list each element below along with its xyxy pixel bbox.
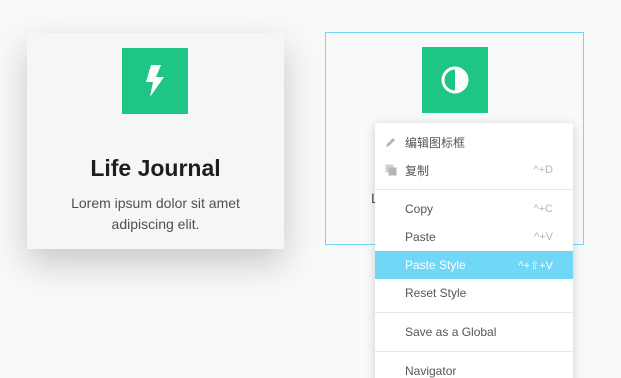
menu-item-label: 编辑图标框 xyxy=(405,135,466,150)
card-description-line-2: adipiscing elit. xyxy=(111,216,200,232)
card-title: Life Journal xyxy=(90,155,221,181)
menu-item-save-as-global[interactable]: Save as a Global xyxy=(375,318,573,346)
pencil-icon xyxy=(385,136,397,148)
menu-item-label: Paste xyxy=(405,230,436,244)
menu-item-shortcut: ^+C xyxy=(533,203,553,215)
menu-item-paste-style[interactable]: Paste Style ^+⇧+V xyxy=(375,251,573,279)
bolt-icon xyxy=(146,65,164,97)
menu-item-label: Reset Style xyxy=(405,286,467,300)
menu-item-shortcut: ^+D xyxy=(533,164,553,176)
contrast-icon xyxy=(441,66,469,94)
menu-separator xyxy=(375,189,573,190)
menu-separator xyxy=(375,312,573,313)
menu-item-shortcut: ^+⇧+V xyxy=(518,259,553,272)
menu-item-shortcut: ^+V xyxy=(534,231,553,243)
menu-item-label: Paste Style xyxy=(405,258,466,272)
card-icon-box xyxy=(422,47,488,113)
card-icon-box xyxy=(122,48,188,114)
copy-icon xyxy=(385,164,397,176)
menu-item-label: Navigator xyxy=(405,364,457,378)
menu-item-navigator[interactable]: Navigator xyxy=(375,357,573,378)
menu-item-label: 复制 xyxy=(405,163,430,178)
menu-item-paste[interactable]: Paste ^+V xyxy=(375,223,573,251)
menu-item-reset-style[interactable]: Reset Style xyxy=(375,279,573,307)
menu-item-duplicate[interactable]: 复制 ^+D xyxy=(375,156,573,184)
icon-box-card[interactable]: Life Journal Lorem ipsum dolor sit amet … xyxy=(27,33,284,249)
card-description-line-1: Lorem ipsum dolor sit amet xyxy=(71,195,240,211)
menu-item-label: Copy xyxy=(405,202,434,216)
card-description: Lorem ipsum dolor sit amet adipiscing el… xyxy=(47,193,264,235)
menu-separator xyxy=(375,351,573,352)
menu-item-copy[interactable]: Copy ^+C xyxy=(375,195,573,223)
menu-item-label: Save as a Global xyxy=(405,325,497,339)
context-menu: 编辑图标框 复制 ^+D Copy ^+C Paste ^+V Paste St… xyxy=(375,123,573,378)
menu-item-edit-icon-box[interactable]: 编辑图标框 xyxy=(375,128,573,156)
